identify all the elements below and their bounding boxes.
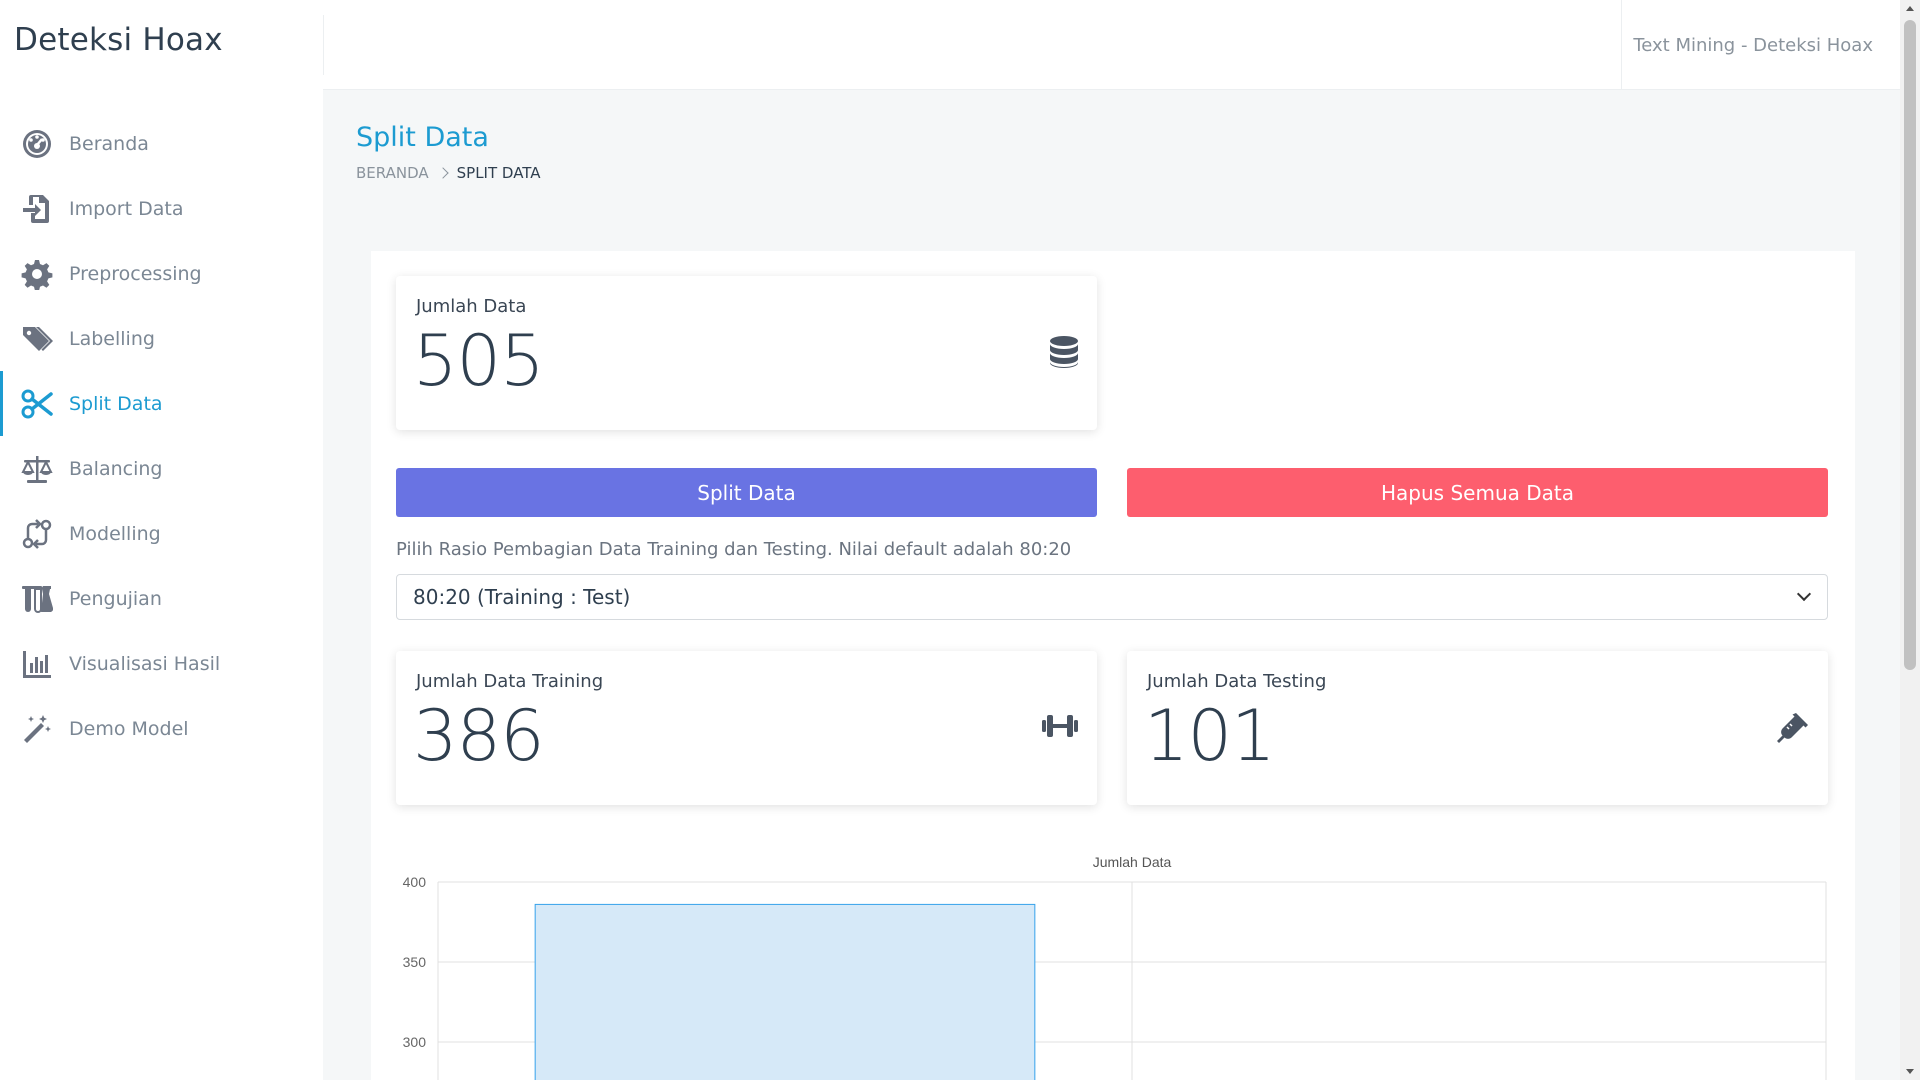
sidebar-item-balancing[interactable]: Balancing	[0, 436, 323, 501]
card-value: 505	[413, 320, 545, 402]
scroll-up-icon[interactable]	[1906, 6, 1914, 11]
sidebar-item-label: Labelling	[69, 327, 155, 350]
header-app-title: Text Mining - Deteksi Hoax	[1633, 35, 1873, 56]
chart-canvas: Jumlah Data 400 350 300	[403, 854, 1827, 1080]
dumbbell-icon	[1040, 711, 1080, 745]
breadcrumb-home[interactable]: BERANDA	[356, 164, 429, 182]
sidebar-item-label: Split Data	[69, 392, 163, 415]
tags-icon	[20, 322, 54, 356]
sidebar-item-beranda[interactable]: Beranda	[0, 111, 323, 176]
sidebar-item-label: Preprocessing	[69, 262, 202, 285]
header-divider	[1621, 0, 1622, 90]
sidebar-item-labelling[interactable]: Labelling	[0, 306, 323, 371]
total-data-card: Jumlah Data 505	[396, 276, 1097, 430]
sidebar-item-label: Beranda	[69, 132, 149, 155]
split-data-button[interactable]: Split Data	[396, 468, 1097, 517]
chart-y-tick-label: 300	[403, 1034, 427, 1050]
syringe-icon	[1776, 711, 1810, 749]
sidebar-item-label: Visualisasi Hasil	[69, 652, 221, 675]
sidebar-item-label: Demo Model	[69, 717, 189, 740]
header-divider	[323, 15, 324, 75]
ratio-select[interactable]: 80:20 (Training : Test)	[396, 574, 1828, 620]
sidebar-item-preprocessing[interactable]: Preprocessing	[0, 241, 323, 306]
chart-icon	[20, 647, 54, 681]
breadcrumb-current: SPLIT DATA	[456, 164, 541, 182]
brand-title[interactable]: Deteksi Hoax	[14, 22, 223, 58]
sidebar-item-demo-model[interactable]: Demo Model	[0, 696, 323, 761]
chart-y-tick-label: 400	[403, 874, 427, 890]
split-data-chart: Jumlah Data 400 350 300	[380, 840, 1840, 1080]
sidebar-item-split-data[interactable]: Split Data	[0, 371, 323, 436]
chevron-down-icon	[1796, 586, 1812, 602]
vertical-scrollbar[interactable]	[1900, 0, 1920, 1080]
sidebar-item-visualisasi-hasil[interactable]: Visualisasi Hasil	[0, 631, 323, 696]
chart-bar	[534, 903, 1036, 1080]
chevron-right-icon	[436, 167, 449, 179]
chart-title: Jumlah Data	[1093, 854, 1172, 870]
card-value: 386	[413, 695, 545, 777]
ratio-select-value: 80:20 (Training : Test)	[413, 585, 631, 609]
import-icon	[20, 192, 54, 226]
magic-wand-icon	[20, 712, 54, 746]
sidebar-item-label: Import Data	[69, 197, 184, 220]
database-icon	[1049, 336, 1079, 372]
gauge-icon	[20, 127, 54, 161]
scroll-down-icon[interactable]	[1906, 1069, 1914, 1074]
card-title: Jumlah Data Training	[416, 671, 604, 692]
top-header: Text Mining - Deteksi Hoax	[323, 0, 1900, 90]
sidebar-item-import-data[interactable]: Import Data	[0, 176, 323, 241]
delete-all-button[interactable]: Hapus Semua Data	[1127, 468, 1828, 517]
scroll-thumb[interactable]	[1904, 20, 1916, 670]
sidebar-item-modelling[interactable]: Modelling	[0, 501, 323, 566]
flask-icon	[20, 582, 54, 616]
scissors-icon	[20, 387, 54, 421]
sidebar: Deteksi Hoax Beranda Import Data Preproc…	[0, 0, 323, 1080]
sidebar-item-label: Modelling	[69, 522, 161, 545]
sidebar-item-label: Pengujian	[69, 587, 162, 610]
sidebar-nav: Beranda Import Data Preprocessing Labell…	[0, 111, 323, 761]
gear-icon	[20, 257, 54, 291]
training-data-card: Jumlah Data Training 386	[396, 651, 1097, 805]
scale-icon	[20, 452, 54, 486]
chart-y-tick-label: 350	[403, 954, 427, 970]
sidebar-item-label: Balancing	[69, 457, 163, 480]
sidebar-item-pengujian[interactable]: Pengujian	[0, 566, 323, 631]
exchange-icon	[20, 517, 54, 551]
page-title: Split Data	[356, 122, 489, 153]
card-value: 101	[1144, 695, 1276, 777]
testing-data-card: Jumlah Data Testing 101	[1127, 651, 1828, 805]
breadcrumb: BERANDA SPLIT DATA	[356, 164, 541, 182]
ratio-label: Pilih Rasio Pembagian Data Training dan …	[396, 539, 1072, 560]
card-title: Jumlah Data	[416, 296, 527, 317]
card-title: Jumlah Data Testing	[1147, 671, 1327, 692]
